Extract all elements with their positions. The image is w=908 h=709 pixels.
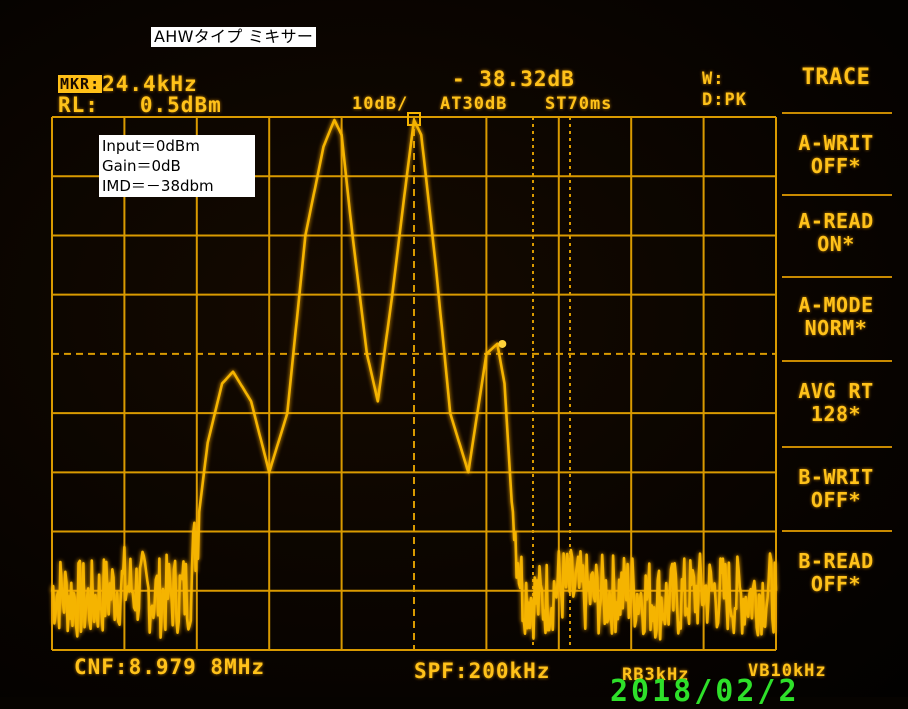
attenuation: AT30dB <box>440 94 508 114</box>
softkey-state: NORM* <box>804 316 868 340</box>
center-frequency: CNF:8.979 8MHz <box>74 655 266 679</box>
softkey-a-read[interactable]: A-READ ON* <box>780 210 892 256</box>
imd-note: IMD＝－38dbm <box>102 177 214 195</box>
detector-mode: D:PK <box>702 90 747 110</box>
softkey-label: A-WRIT <box>798 131 874 155</box>
softkey-state: OFF* <box>810 488 862 512</box>
ref-level-value: 0.5dBm <box>139 93 222 117</box>
menu-divider <box>782 530 892 532</box>
softkey-state: OFF* <box>810 572 862 596</box>
marker-badge: MKR: <box>58 75 103 93</box>
menu-divider <box>782 360 892 362</box>
softkey-label: A-MODE <box>798 293 874 317</box>
ref-level-label: RL: <box>58 93 99 117</box>
softkey-b-writ[interactable]: B-WRIT OFF* <box>780 466 892 512</box>
menu-divider <box>782 194 892 196</box>
sweep-time: ST70ms <box>545 94 613 114</box>
menu-title: TRACE <box>801 65 871 90</box>
gain-note: Gain＝0dB <box>102 157 181 175</box>
frequency-span: SPF:200kHz <box>414 659 551 683</box>
softkey-label: A-READ <box>798 209 874 233</box>
vertical-scale: 10dB/ <box>352 94 409 114</box>
softkey-state: 128* <box>810 402 862 426</box>
measurement-notes: Input＝0dBm Gain＝0dB IMD＝－38dbm <box>99 135 255 197</box>
trace-softkey-menu: TRACE A-WRIT OFF* A-READ ON* A-MODE NORM… <box>770 60 908 620</box>
marker-level: - 38.32dB <box>452 67 575 91</box>
softkey-label: B-READ <box>798 549 874 573</box>
softkey-a-mode[interactable]: A-MODE NORM* <box>780 294 892 340</box>
mixer-type-annotation: AHWタイプ ミキサー <box>151 27 317 47</box>
softkey-label: AVG RT <box>798 379 874 403</box>
softkey-a-writ[interactable]: A-WRIT OFF* <box>780 132 892 178</box>
spectrum-analyzer-screen: AHWタイプ ミキサー Input＝0dBm Gain＝0dB IMD＝－38d… <box>0 0 908 709</box>
softkey-state: ON* <box>817 232 855 256</box>
marker-readout: MKR:24.4kHz <box>58 73 198 95</box>
softkey-label: B-WRIT <box>798 465 874 489</box>
input-level-note: Input＝0dBm <box>102 137 200 155</box>
softkey-b-read[interactable]: B-READ OFF* <box>780 550 892 596</box>
menu-divider <box>782 112 892 114</box>
softkey-state: OFF* <box>810 154 862 178</box>
softkey-avg-rt[interactable]: AVG RT 128* <box>780 380 892 426</box>
menu-divider <box>782 276 892 278</box>
menu-divider <box>782 446 892 448</box>
marker-point <box>498 339 507 348</box>
window-label: W: <box>702 69 725 89</box>
date-stamp: 2018/02/2 <box>610 674 800 709</box>
reference-level: RL: 0.5dBm <box>58 94 222 116</box>
